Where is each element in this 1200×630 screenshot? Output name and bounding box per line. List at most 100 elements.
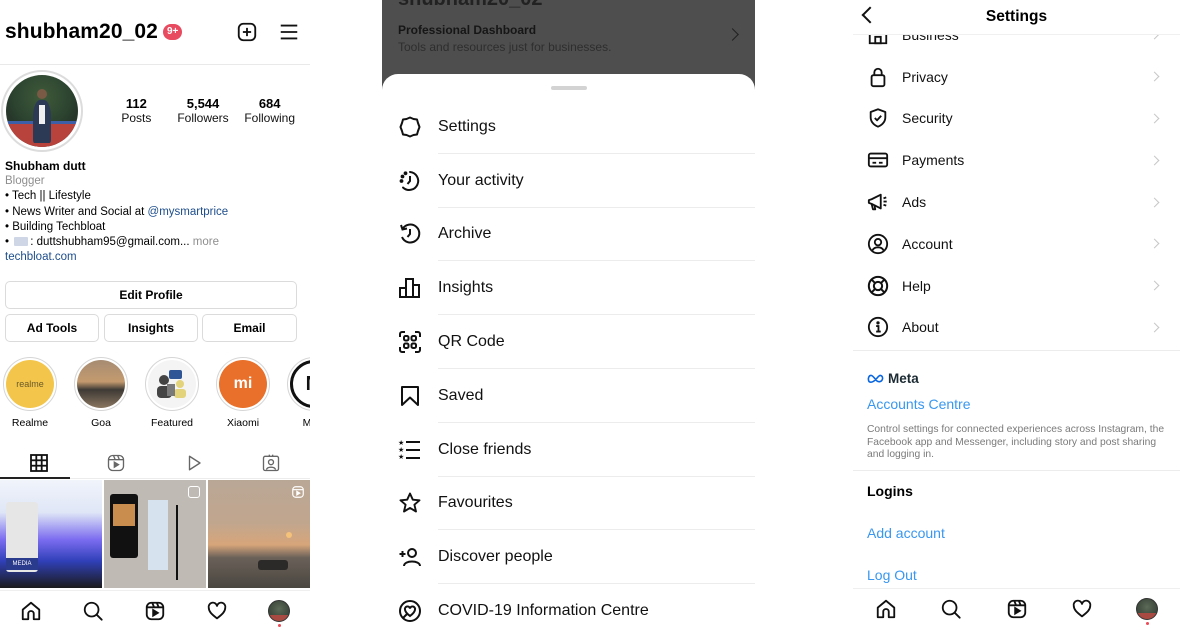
menu-item-your-activity[interactable]: Your activity	[382, 154, 755, 208]
profile-header: shubham20_02 9+	[5, 14, 300, 50]
ad-tools-button[interactable]: Ad Tools	[5, 314, 99, 342]
highlight-realme[interactable]: realme Realme	[3, 357, 57, 429]
settings-header: Settings	[853, 0, 1180, 35]
highlight-featured[interactable]: Featured	[145, 357, 199, 429]
bio-line: • Building Techbloat	[5, 220, 106, 233]
settings-item-privacy[interactable]: Privacy	[853, 56, 1180, 98]
stat-following[interactable]: 684 Following	[236, 96, 303, 126]
reel-badge-icon	[292, 486, 304, 498]
menu-item-covid-info[interactable]: COVID-19 Information Centre	[382, 584, 755, 630]
dimmed-background[interactable]: shubham20_02 Professional Dashboard Tool…	[382, 0, 755, 74]
bio-text: • News Writer and Social at	[5, 205, 148, 218]
more-link[interactable]: more	[190, 236, 219, 248]
highlight-mg[interactable]: M MG I	[287, 357, 310, 429]
menu-item-settings[interactable]: Settings	[382, 100, 755, 154]
svg-text:★: ★	[398, 453, 404, 461]
highlight-goa[interactable]: Goa	[74, 357, 128, 429]
settings-item-help[interactable]: Help	[853, 265, 1180, 307]
new-post-icon[interactable]	[236, 21, 258, 43]
post-caption: MEDIA	[6, 558, 38, 570]
highlight-xiaomi[interactable]: mi Xiaomi	[216, 357, 270, 429]
insights-button[interactable]: Insights	[104, 314, 198, 342]
bottom-sheet: Settings Your activity Archive Insights …	[382, 74, 755, 630]
menu-item-qr-code[interactable]: QR Code	[382, 315, 755, 369]
grid-icon	[29, 454, 48, 472]
menu-item-favourites[interactable]: Favourites	[382, 477, 755, 531]
nav-reels[interactable]	[984, 589, 1049, 628]
chevron-right-icon	[726, 28, 739, 41]
profile-avatar-icon	[1136, 597, 1159, 620]
stat-posts[interactable]: 112 Posts	[103, 96, 170, 126]
menu-icon[interactable]	[278, 21, 300, 43]
followers-count: 5,544	[186, 96, 220, 111]
chevron-right-icon	[1149, 71, 1160, 82]
nav-activity[interactable]	[1049, 589, 1114, 628]
nav-home[interactable]	[0, 591, 62, 630]
home-icon	[21, 601, 41, 620]
highlight-label: Goa	[91, 417, 111, 429]
insights-icon	[399, 278, 420, 299]
section-divider	[853, 470, 1180, 471]
edit-profile-button[interactable]: Edit Profile	[5, 281, 297, 309]
email-button[interactable]: Email	[202, 314, 297, 342]
story-highlights: realme Realme Goa Featured mi Xiaomi M M…	[3, 357, 310, 429]
menu-label: Favourites	[438, 494, 513, 512]
profile-screen: shubham20_02 9+ 112 Posts 5,544 Follower…	[0, 0, 310, 630]
settings-item-payments[interactable]: Payments	[853, 139, 1180, 181]
following-label: Following	[244, 111, 296, 125]
nav-home[interactable]	[853, 589, 918, 628]
settings-item-security[interactable]: Security	[853, 98, 1180, 140]
log-out-link[interactable]: Log Out	[867, 567, 917, 583]
nav-reels[interactable]	[124, 591, 186, 630]
sheet-grabber[interactable]	[550, 86, 587, 90]
search-icon	[941, 599, 961, 619]
stat-followers[interactable]: 5,544 Followers	[170, 96, 237, 126]
menu-item-insights[interactable]: Insights	[382, 261, 755, 316]
nav-search[interactable]	[918, 589, 983, 628]
settings-label: Payments	[902, 152, 965, 169]
menu-item-archive[interactable]: Archive	[382, 208, 755, 262]
settings-item-about[interactable]: About	[853, 307, 1180, 349]
post-thumbnail[interactable]: MEDIA	[0, 480, 102, 588]
website-link[interactable]: techbloat.com	[5, 250, 305, 265]
bio-line: • : duttshubham95@gmail.com... more	[5, 235, 305, 250]
qr-code-icon	[399, 331, 421, 354]
settings-label: Security	[902, 110, 953, 127]
settings-label: About	[902, 319, 939, 336]
settings-item-ads[interactable]: Ads	[853, 181, 1180, 223]
profile-avatar[interactable]	[1, 70, 83, 152]
profile-stats: 112 Posts 5,544 Followers 684 Following	[103, 96, 303, 126]
settings-list: Business Privacy Security Payments Ads A…	[853, 14, 1180, 348]
add-account-link[interactable]: Add account	[867, 525, 945, 541]
menu-item-discover-people[interactable]: Discover people	[382, 530, 755, 585]
tab-videos[interactable]	[155, 447, 233, 479]
menu-label: COVID-19 Information Centre	[438, 602, 649, 620]
section-divider	[853, 350, 1180, 351]
menu-label: Archive	[438, 225, 492, 243]
post-thumbnail[interactable]	[104, 480, 206, 588]
reels-icon	[145, 601, 165, 620]
post-thumbnail[interactable]	[208, 480, 310, 588]
username[interactable]: shubham20_02	[5, 20, 158, 44]
menu-item-close-friends[interactable]: ★ ★ ★ Close friends	[382, 423, 755, 477]
notification-badge[interactable]: 9+	[162, 24, 183, 40]
mention-link[interactable]: @mysmartprice	[148, 206, 229, 218]
bookmark-icon	[401, 385, 419, 406]
profile-category: Blogger	[5, 175, 45, 188]
settings-screen: Settings Business Privacy Security Payme…	[853, 0, 1180, 630]
tab-grid[interactable]	[0, 447, 78, 479]
nav-search[interactable]	[62, 591, 124, 630]
accounts-centre-link[interactable]: Accounts Centre	[867, 396, 971, 412]
settings-item-account[interactable]: Account	[853, 223, 1180, 265]
professional-dashboard-subtitle: Tools and resources just for businesses.	[398, 40, 612, 54]
tab-reels[interactable]	[78, 447, 156, 479]
menu-item-saved[interactable]: Saved	[382, 369, 755, 423]
nav-profile[interactable]	[1115, 589, 1180, 628]
highlight-label: Xiaomi	[226, 417, 260, 429]
sunset-thumbnail	[77, 360, 125, 408]
nav-profile[interactable]	[248, 591, 310, 630]
shield-icon	[869, 108, 887, 129]
nav-activity[interactable]	[186, 591, 248, 630]
tab-tagged[interactable]	[233, 447, 311, 479]
notification-dot	[1145, 622, 1149, 625]
